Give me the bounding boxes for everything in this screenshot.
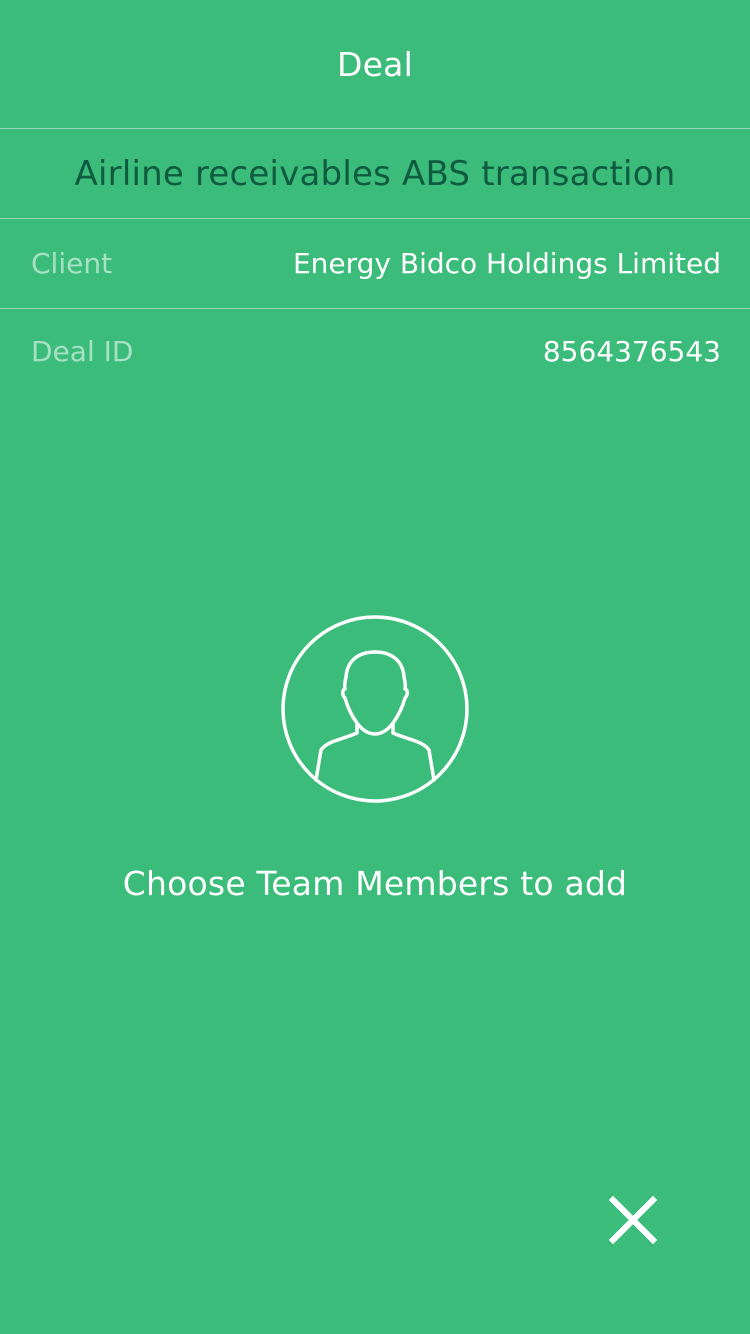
close-button[interactable]: [606, 1193, 660, 1247]
deal-id-value: 8564376543: [542, 334, 721, 368]
person-icon: [281, 615, 469, 803]
client-row: Client Energy Bidco Holdings Limited: [31, 219, 721, 308]
deal-id-row: Deal ID 8564376543: [31, 309, 721, 393]
deal-id-label: Deal ID: [31, 334, 134, 368]
choose-team-members-label: Choose Team Members to add: [122, 864, 628, 903]
client-label: Client: [31, 247, 113, 280]
page-title: Deal: [337, 44, 413, 84]
close-icon: [608, 1195, 658, 1245]
deal-name: Airline receivables ABS transaction: [74, 153, 676, 194]
client-value: Energy Bidco Holdings Limited: [292, 247, 721, 280]
add-team-member-button[interactable]: [281, 615, 469, 803]
